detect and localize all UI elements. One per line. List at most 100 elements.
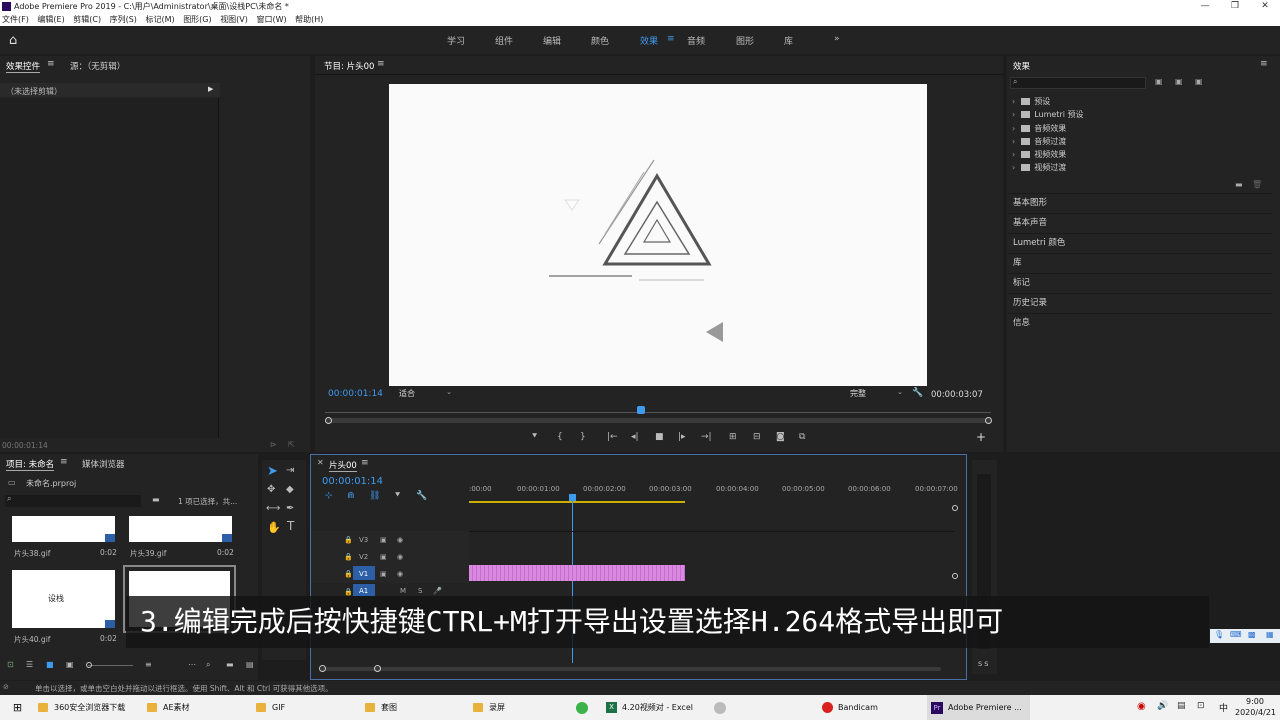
menu-graphics[interactable]: 图形(G) bbox=[183, 15, 211, 24]
notification-icon[interactable]: ⊡ bbox=[1197, 701, 1205, 711]
list-view-icon[interactable]: ☰ bbox=[26, 660, 33, 669]
new-bin-icon[interactable]: ▬ bbox=[1235, 180, 1243, 189]
export-icon[interactable]: ⇱ bbox=[288, 440, 295, 449]
lock-icon[interactable]: 🔒 bbox=[344, 588, 353, 596]
video-clip[interactable] bbox=[469, 565, 685, 581]
eye-icon[interactable]: ◉ bbox=[397, 536, 403, 544]
home-icon[interactable]: ⌂ bbox=[9, 33, 17, 48]
zoom-slider[interactable] bbox=[88, 665, 133, 666]
panel-menu-icon[interactable]: ≡ bbox=[60, 457, 68, 467]
new-item-icon[interactable]: ▤ bbox=[246, 660, 254, 669]
tab-effect-controls[interactable]: 效果控件 bbox=[6, 60, 41, 73]
workspace-effects[interactable]: 效果 bbox=[640, 34, 658, 47]
mark-out-icon[interactable]: } bbox=[580, 432, 586, 442]
clock-time[interactable]: 9:00 bbox=[1246, 697, 1264, 706]
effects-item-lumetri-presets[interactable]: › Lumetri 预设 bbox=[1012, 109, 1084, 120]
accelerated-effects-icon[interactable]: ▣ bbox=[1155, 77, 1163, 86]
tab-media-browser[interactable]: 媒体浏览器 bbox=[82, 458, 125, 470]
workspace-libraries[interactable]: 库 bbox=[784, 34, 793, 47]
track-label-a1[interactable]: A1 bbox=[359, 587, 368, 595]
playhead-handle[interactable] bbox=[637, 406, 645, 414]
effects-item-video-transitions[interactable]: › 视频过渡 bbox=[1012, 162, 1066, 173]
panel-menu-icon[interactable]: ≡ bbox=[1260, 59, 1268, 69]
panel-menu-icon[interactable]: ≡ bbox=[361, 458, 369, 468]
section-libraries[interactable]: 库 bbox=[1008, 253, 1272, 273]
mark-in-icon[interactable]: { bbox=[557, 432, 563, 442]
go-to-in-icon[interactable]: |← bbox=[607, 432, 618, 442]
workspace-menu-icon[interactable]: ≡ bbox=[667, 34, 675, 44]
tab-source[interactable]: 源：（无剪辑） bbox=[70, 60, 125, 72]
project-search-input[interactable]: ⌕ bbox=[5, 494, 141, 507]
delete-icon[interactable]: 🗑 bbox=[1252, 180, 1262, 189]
new-bin-icon[interactable]: ▬ bbox=[152, 495, 160, 504]
zoom-scroll-bar[interactable] bbox=[325, 418, 991, 423]
timeline-playhead-handle[interactable] bbox=[569, 494, 576, 501]
menu-markers[interactable]: 标记(M) bbox=[145, 15, 174, 24]
automate-icon[interactable]: ⋯ bbox=[188, 660, 196, 669]
section-essential-graphics[interactable]: 基本图形 bbox=[1008, 193, 1272, 213]
taskbar-item[interactable]: 360安全浏览器下载 bbox=[38, 695, 138, 720]
mic-icon[interactable]: 🎙 bbox=[1214, 630, 1224, 639]
lift-icon[interactable]: ⊞ bbox=[729, 432, 737, 442]
quality-select[interactable]: 完整 ⌄ bbox=[850, 388, 905, 400]
eye-icon[interactable]: ◉ bbox=[397, 570, 403, 578]
app-icon[interactable] bbox=[714, 695, 736, 720]
section-markers[interactable]: 标记 bbox=[1008, 273, 1272, 293]
more-workspaces-icon[interactable]: » bbox=[834, 34, 840, 44]
restore-button[interactable]: ❐ bbox=[1220, 0, 1250, 13]
pen-tool-icon[interactable]: ✒ bbox=[286, 503, 294, 514]
stop-icon[interactable]: ■ bbox=[655, 432, 664, 442]
linked-selection-icon[interactable]: ⛓ bbox=[369, 491, 380, 501]
step-back-icon[interactable]: ◂| bbox=[631, 432, 639, 442]
sync-icon[interactable]: ▣ bbox=[380, 536, 387, 544]
media-thumbnail[interactable] bbox=[12, 516, 115, 542]
work-area-bar[interactable] bbox=[469, 501, 685, 503]
audio-meter-solo-label[interactable]: S S bbox=[978, 660, 988, 668]
taskbar-item[interactable]: AE素材 bbox=[147, 695, 247, 720]
timeline-horizontal-scrollbar[interactable] bbox=[321, 667, 941, 671]
icon-view-icon[interactable]: ■ bbox=[46, 660, 54, 669]
lock-icon[interactable]: 🔒 bbox=[344, 570, 353, 578]
razor-tool-icon[interactable]: ◆ bbox=[286, 484, 294, 495]
settings-wrench-icon[interactable]: 🔧 bbox=[416, 491, 427, 501]
expand-arrow-icon[interactable]: ▶ bbox=[208, 85, 213, 93]
menu-file[interactable]: 文件(F) bbox=[2, 15, 29, 24]
effects-search-input[interactable]: ⌕ bbox=[1010, 77, 1146, 89]
media-thumbnail[interactable] bbox=[129, 516, 232, 542]
taskbar-item[interactable]: Bandicam bbox=[822, 695, 922, 720]
find-icon[interactable]: ⌕ bbox=[206, 660, 210, 670]
section-info[interactable]: 信息 bbox=[1008, 313, 1272, 333]
workspace-color[interactable]: 颜色 bbox=[591, 34, 609, 47]
lock-icon[interactable]: 🔒 bbox=[344, 536, 353, 544]
clock-date[interactable]: 2020/4/21 bbox=[1235, 708, 1276, 717]
mic-icon[interactable]: 🎤 bbox=[433, 587, 442, 595]
browser-app-icon[interactable] bbox=[576, 695, 598, 720]
section-essential-sound[interactable]: 基本声音 bbox=[1008, 213, 1272, 233]
sync-icon[interactable]: ▣ bbox=[380, 553, 387, 561]
taskbar-item[interactable]: GIF bbox=[256, 695, 356, 720]
taskbar-item[interactable]: X 4.20视频对 - Excel bbox=[606, 695, 706, 720]
32bit-effects-icon[interactable]: ▣ bbox=[1175, 77, 1183, 86]
snap-icon[interactable]: ⋒ bbox=[347, 491, 355, 501]
menu-edit[interactable]: 编辑(E) bbox=[37, 15, 64, 24]
close-tab-icon[interactable]: ✕ bbox=[317, 458, 324, 467]
effects-item-audio-transitions[interactable]: › 音频过渡 bbox=[1012, 136, 1066, 147]
menu-help[interactable]: 帮助(H) bbox=[295, 15, 323, 24]
media-thumbnail[interactable]: 设栈 bbox=[12, 570, 115, 628]
timeline-timecode[interactable]: 00:00:01:14 bbox=[322, 476, 383, 487]
workspace-audio[interactable]: 音频 bbox=[687, 34, 705, 47]
network-icon[interactable]: ▤ bbox=[1177, 701, 1186, 711]
ripple-edit-tool-icon[interactable]: ✥ bbox=[267, 484, 275, 495]
wrench-icon[interactable]: 🔧 bbox=[912, 388, 923, 398]
fit-select[interactable]: 适合 ⌄ bbox=[399, 388, 454, 400]
lock-icon[interactable]: ⊡ bbox=[7, 660, 14, 669]
sync-icon[interactable]: ▣ bbox=[380, 570, 387, 578]
panel-menu-icon[interactable]: ≡ bbox=[377, 59, 385, 69]
hand-tool-icon[interactable]: ✋ bbox=[267, 521, 281, 534]
effects-item-presets[interactable]: › 预设 bbox=[1012, 96, 1050, 107]
solo-button[interactable]: S bbox=[418, 587, 422, 595]
menu-window[interactable]: 窗口(W) bbox=[256, 15, 286, 24]
keyboard-icon[interactable]: ⌨ bbox=[1230, 630, 1242, 639]
workspace-editing[interactable]: 编辑 bbox=[543, 34, 561, 47]
close-button[interactable]: ✕ bbox=[1250, 0, 1280, 13]
